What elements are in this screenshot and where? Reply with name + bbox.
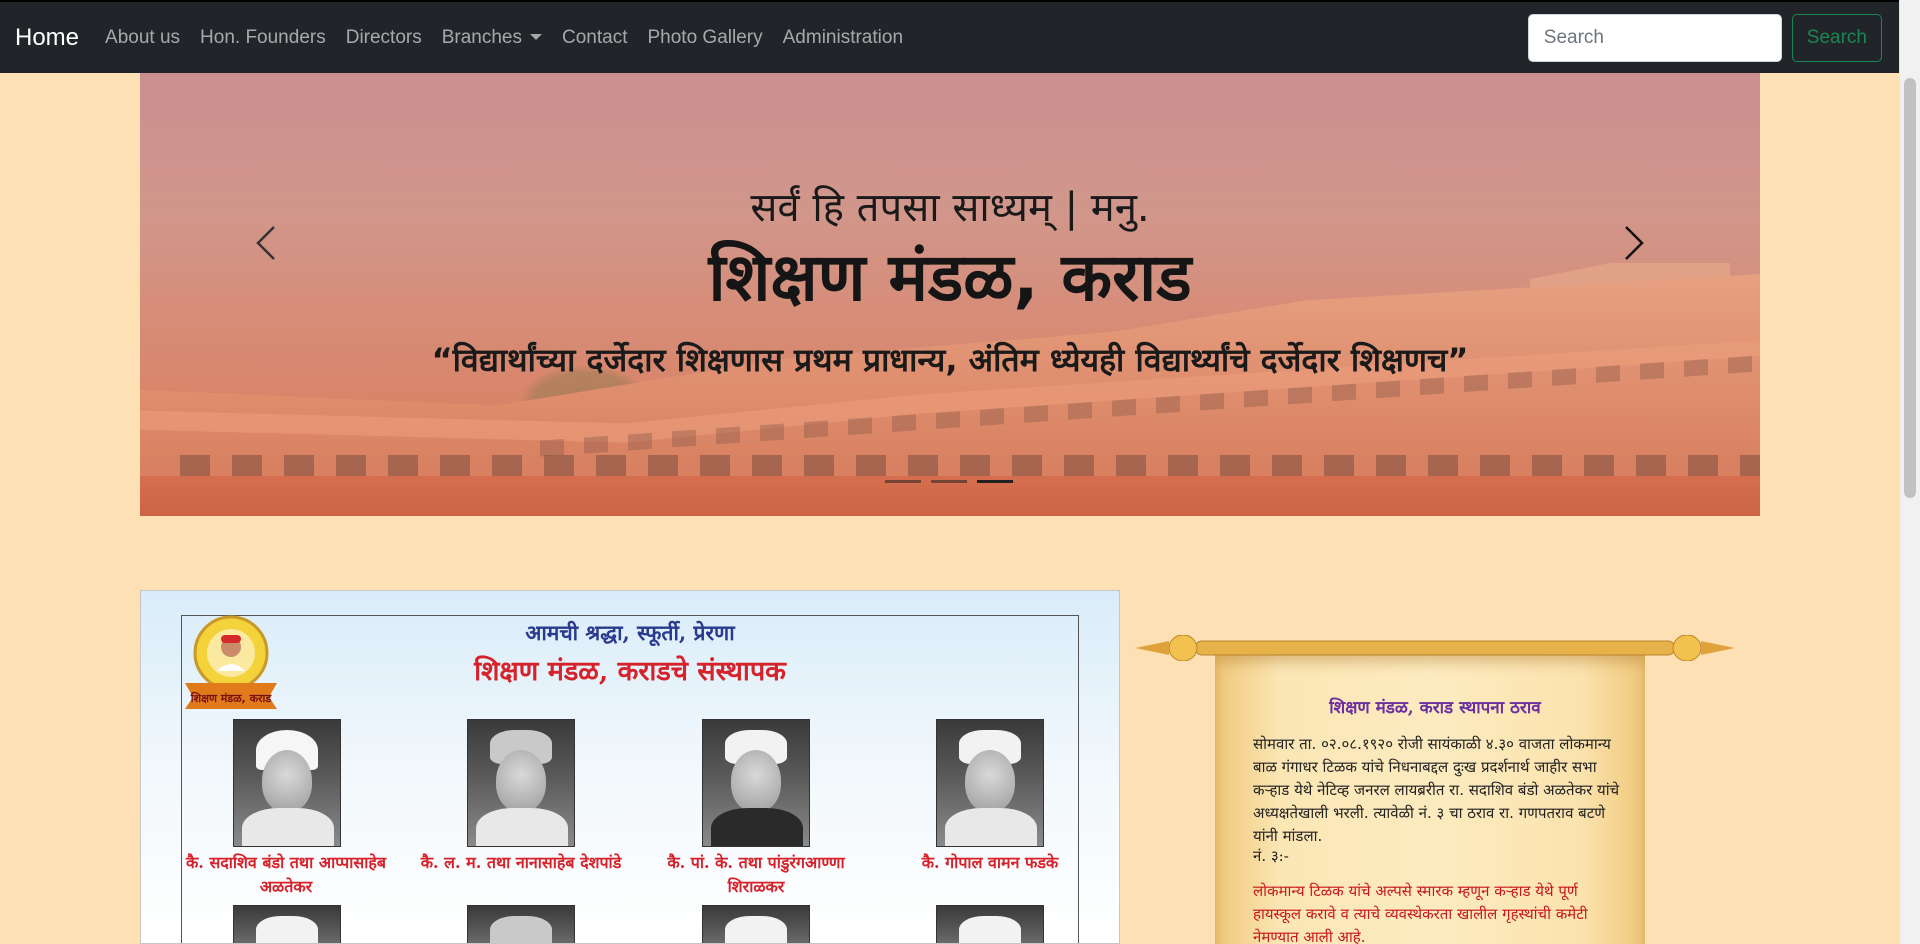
caret-down-icon [530, 33, 543, 40]
brand-home-link[interactable]: Home [15, 24, 79, 52]
founder-portrait-7 [702, 905, 810, 943]
carousel-indicators [885, 480, 1013, 483]
founder-portrait-1 [233, 719, 341, 847]
nav-link-contact[interactable]: Contact [552, 27, 637, 49]
founders-heading-title: शिक्षण मंडळ, कराडचे संस्थापक [474, 656, 786, 687]
resolution-scroll-panel: शिक्षण मंडळ, कराड स्थापना ठराव सोमवार ता… [1135, 605, 1735, 944]
scrollbar-thumb[interactable] [1904, 78, 1916, 498]
carousel-motto: सर्वं हि तपसा साध्यम् | मनु. [750, 185, 1150, 231]
scroll-rod-icon [1135, 635, 1735, 661]
resolution-paragraph-2: नं. ३:- [1253, 847, 1289, 865]
resolution-paragraph-1: सोमवार ता. ०२.०८.१९२० रोजी सायंकाळी ४.३०… [1253, 735, 1620, 845]
founder-name-3: कै. पां. के. तथा पांडुरंगआण्णा शिराळकर [667, 853, 845, 896]
search-button[interactable]: Search [1791, 14, 1882, 62]
nav-link-photo-gallery[interactable]: Photo Gallery [638, 27, 773, 49]
emblem-banner-text: शिक्षण मंडळ, कराड [190, 691, 273, 705]
carousel-title: शिक्षण मंडळ, कराड [708, 239, 1192, 316]
carousel-next-button[interactable] [1604, 203, 1664, 283]
nav-link-hon-founders[interactable]: Hon. Founders [190, 27, 336, 49]
chevron-right-icon [1625, 226, 1644, 260]
page-scrollbar[interactable] [1899, 0, 1920, 944]
resolution-paragraph-3: लोकमान्य टिळक यांचे अल्पसे स्मारक म्हणून… [1253, 882, 1588, 944]
founders-image-panel: शिक्षण मंडळ, कराड आमची श्रद्धा, स्फूर्ती… [140, 590, 1120, 944]
building-windows [180, 455, 1760, 477]
founder-portrait-6 [467, 905, 575, 943]
founder-portrait-4 [936, 719, 1044, 847]
founder-name-2: कै. ल. म. तथा नानासाहेब देशपांडे [420, 853, 622, 872]
founder-portrait-8 [936, 905, 1044, 943]
founder-portrait-5 [233, 905, 341, 943]
resolution-title: शिक्षण मंडळ, कराड स्थापना ठराव [1329, 698, 1541, 718]
nav-link-branches-label: Branches [441, 26, 523, 48]
carousel-indicator-2[interactable] [931, 480, 967, 483]
carousel-indicator-3[interactable] [977, 480, 1013, 483]
founder-portrait-2 [467, 719, 575, 847]
hero-carousel: सर्वं हि तपसा साध्यम् | मनु. शिक्षण मंडळ… [140, 73, 1760, 516]
chevron-left-icon [256, 226, 275, 260]
nav-link-directors[interactable]: Directors [336, 27, 432, 49]
carousel-indicator-1[interactable] [885, 480, 921, 483]
founders-heading-inspiration: आमची श्रद्धा, स्फूर्ती, प्रेरणा [525, 620, 735, 645]
founder-name-1: कै. सदाशिव बंडो तथा आप्पासाहेब अळतेकर [186, 853, 386, 896]
founder-portrait-3 [702, 719, 810, 847]
search-input[interactable] [1527, 14, 1782, 62]
nav-dropdown-branches[interactable]: Branches [432, 27, 552, 49]
search-form: Search [1527, 14, 1882, 62]
carousel-prev-button[interactable] [236, 203, 296, 283]
carousel-tagline: “विद्यार्थांच्या दर्जेदार शिक्षणास प्रथम… [431, 341, 1469, 379]
navbar: Home About us Hon. Founders Directors Br… [0, 0, 1899, 73]
nav-link-about-us[interactable]: About us [95, 27, 190, 49]
nav-link-administration[interactable]: Administration [773, 27, 913, 49]
founder-name-4: कै. गोपाल वामन फडके [921, 853, 1059, 872]
